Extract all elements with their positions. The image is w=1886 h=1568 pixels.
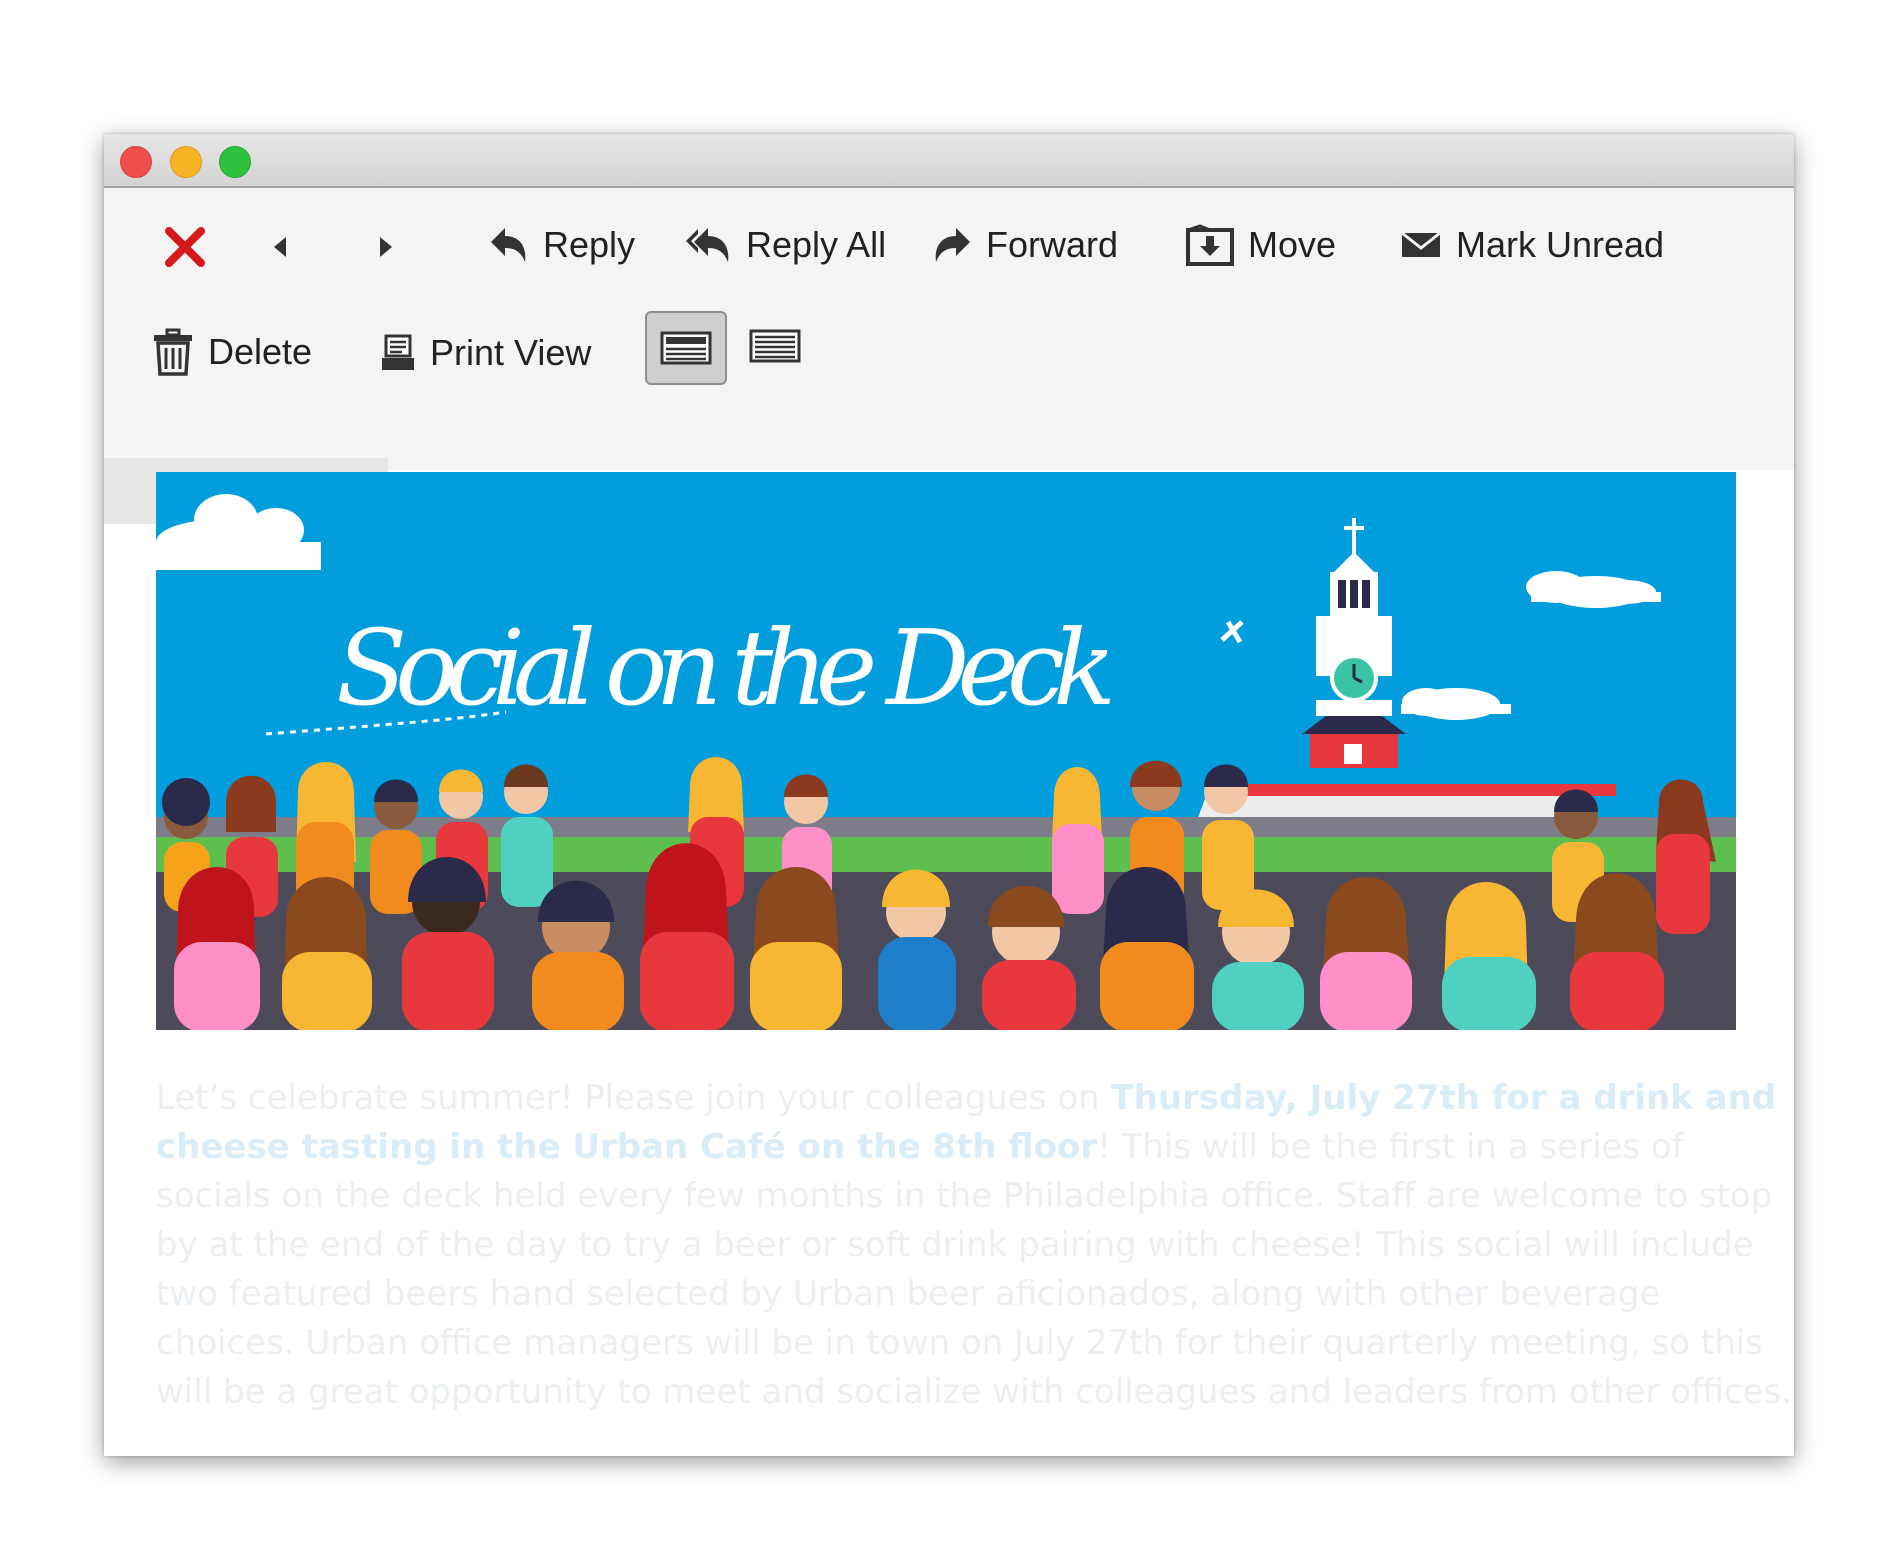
delete-label: Delete: [208, 331, 313, 372]
move-label: Move: [1248, 224, 1337, 265]
forward-icon: [935, 228, 970, 262]
message-details: ! This will be the first in a series of …: [156, 1127, 1793, 1412]
reply-label: Reply: [543, 224, 636, 265]
trash-icon: [154, 328, 192, 376]
list-view-toggle[interactable]: [744, 316, 806, 376]
previous-arrow-icon: [274, 237, 286, 257]
mark-unread-label: Mark Unread: [1456, 224, 1665, 265]
message-intro: Let’s celebrate summer! Please join your…: [156, 1078, 1111, 1118]
forward-label: Forward: [986, 224, 1119, 265]
title-bar: [104, 134, 1794, 188]
mail-window: Reply Reply All Forward Move Mark Unread…: [104, 134, 1794, 1456]
close-icon: [165, 227, 205, 267]
list-view-icon: [749, 329, 801, 363]
preview-pane-icon: [660, 331, 712, 365]
window-minimize-button[interactable]: [170, 146, 202, 178]
banner-title: Social on the Deck: [336, 607, 1116, 729]
window-zoom-button[interactable]: [219, 146, 251, 178]
move-icon: [1186, 224, 1234, 266]
printer-icon: [382, 334, 414, 370]
preview-pane-toggle[interactable]: [645, 311, 727, 385]
delete-button[interactable]: Delete: [152, 328, 312, 376]
print-view-button[interactable]: Print View: [380, 332, 591, 374]
previous-message-button[interactable]: [272, 236, 288, 258]
reply-icon: [491, 228, 526, 262]
reply-button[interactable]: Reply: [489, 224, 635, 266]
close-message-button[interactable]: [164, 226, 206, 268]
print-view-label: Print View: [430, 332, 592, 373]
next-arrow-icon: [380, 237, 392, 257]
reply-all-button[interactable]: Reply All: [684, 224, 886, 266]
toolbar: Reply Reply All Forward Move Mark Unread…: [104, 188, 1794, 524]
reply-all-label: Reply All: [746, 224, 887, 265]
envelope-icon: [1401, 231, 1441, 257]
event-banner: Social on the Deck: [156, 472, 1736, 1030]
forward-button[interactable]: Forward: [932, 224, 1118, 266]
window-close-button[interactable]: [120, 146, 152, 178]
move-button[interactable]: Move: [1186, 224, 1336, 266]
reply-all-icon: [686, 228, 729, 262]
next-message-button[interactable]: [378, 236, 394, 258]
message-body: Let’s celebrate summer! Please join your…: [156, 1074, 1796, 1417]
mark-unread-button[interactable]: Mark Unread: [1400, 224, 1664, 266]
